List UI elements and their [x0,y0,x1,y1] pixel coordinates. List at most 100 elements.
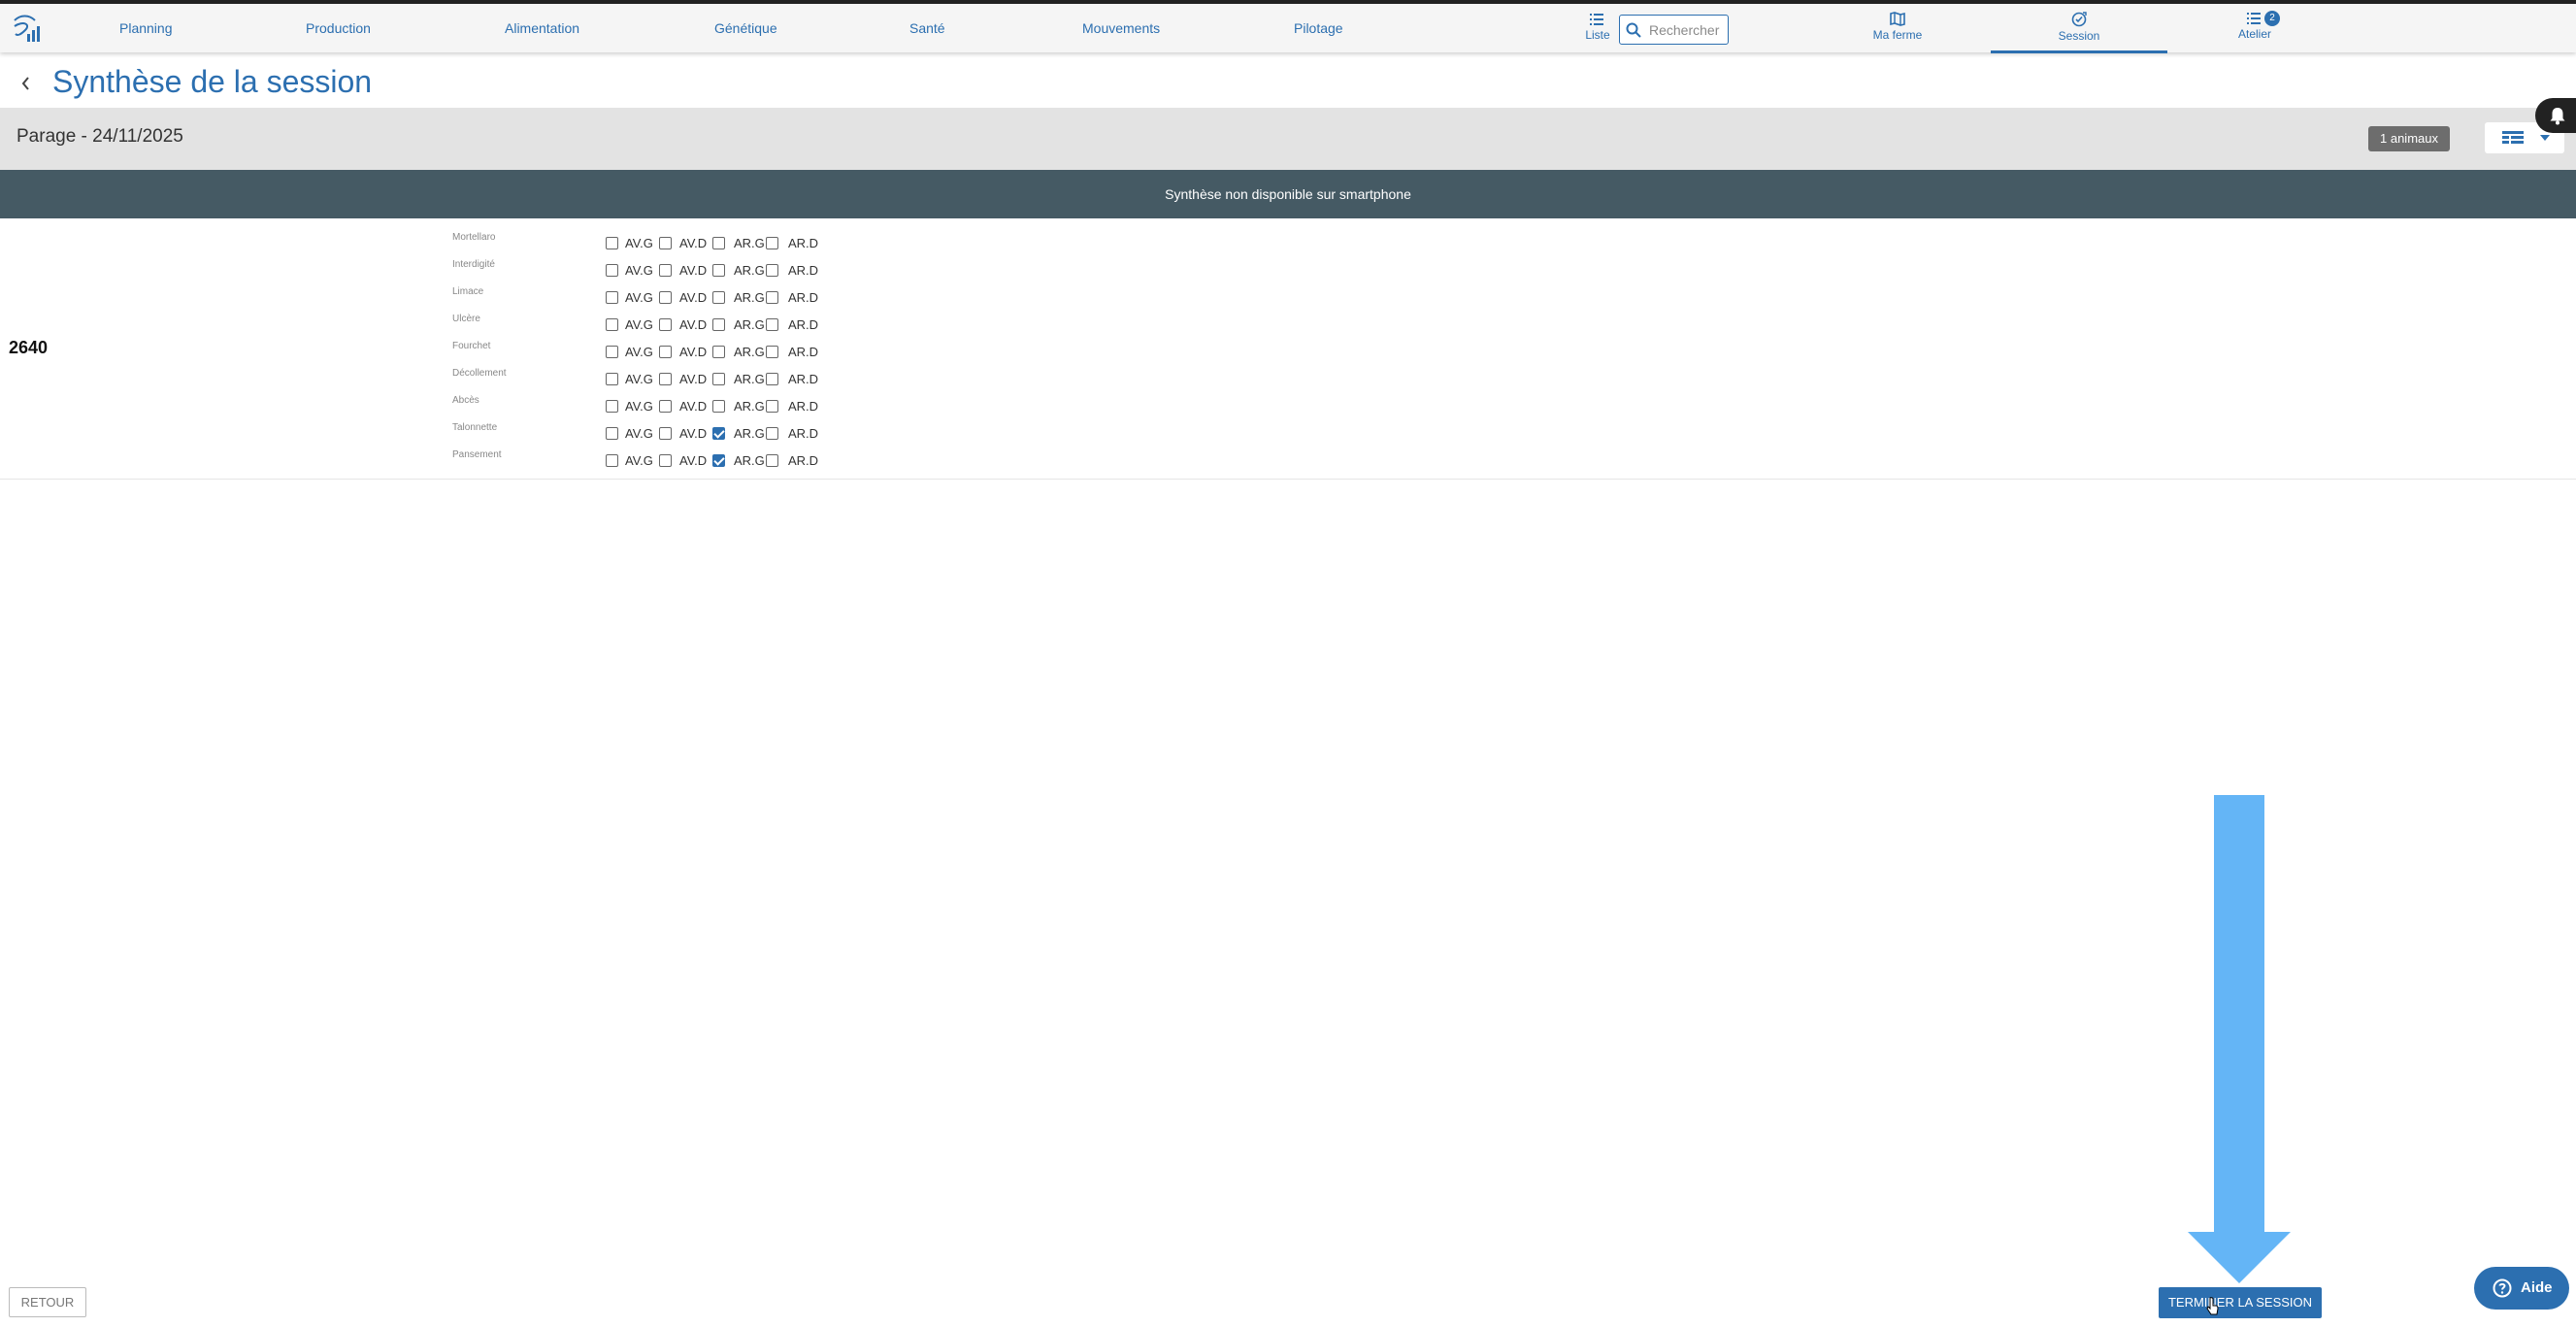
view-list-icon [2502,131,2524,144]
nav-sante[interactable]: Santé [909,20,945,36]
foot-checkbox-label: AV.G [625,345,653,359]
foot-checkbox-label: AR.G [734,453,765,468]
foot-checkbox[interactable] [659,346,672,358]
lesion-row: Interdigité AV.G AV.D AR.G AR.D [0,257,2576,284]
foot-checkbox[interactable] [766,454,778,467]
foot-checkbox[interactable] [766,346,778,358]
foot-checkbox[interactable] [659,291,672,304]
notification-bell-button[interactable] [2535,98,2576,133]
tab-session[interactable]: Session [1991,8,2167,53]
foot-checkbox-label: AR.G [734,399,765,414]
search-box[interactable] [1619,15,1729,45]
foot-checkbox[interactable] [712,237,725,249]
foot-checkbox-label: AR.D [788,453,819,468]
top-navigation-bar: Planning Production Alimentation Génétiq… [0,0,2576,53]
liste-button[interactable]: Liste [1578,13,1617,42]
foot-checkbox-label: AV.G [625,426,653,441]
nav-alimentation[interactable]: Alimentation [505,20,579,36]
foot-checkbox-label: AV.D [679,399,708,414]
foot-checkbox-label: AR.D [788,317,819,332]
foot-checkbox[interactable] [766,291,778,304]
foot-checkbox[interactable] [766,264,778,277]
foot-checkbox-label: AV.D [679,453,708,468]
nav-pilotage[interactable]: Pilotage [1294,20,1343,36]
retour-button[interactable]: RETOUR [9,1287,86,1317]
tab-atelier[interactable]: Atelier 2 [2206,8,2303,53]
terminer-session-button[interactable]: TERMINER LA SESSION [2159,1287,2322,1318]
foot-checkbox-label: AV.D [679,345,708,359]
foot-checkbox[interactable] [606,454,618,467]
nav-planning[interactable]: Planning [119,20,173,36]
atelier-count-badge: 2 [2264,11,2280,26]
foot-checkbox[interactable] [766,373,778,385]
foot-checkbox-label: AR.G [734,426,765,441]
lesion-row: Limace AV.G AV.D AR.G AR.D [0,284,2576,312]
back-chevron-icon[interactable] [19,73,39,96]
app-logo-icon[interactable] [12,13,41,46]
foot-checkbox-label: AR.D [788,263,819,278]
foot-checkbox[interactable] [659,237,672,249]
foot-checkbox[interactable] [659,427,672,440]
foot-checkbox[interactable] [712,318,725,331]
nav-production[interactable]: Production [306,20,371,36]
foot-checkbox[interactable] [659,400,672,413]
list-icon [2247,13,2261,24]
foot-checkbox-label: AR.G [734,236,765,250]
tab-ma-ferme[interactable]: Ma ferme [1839,8,1956,53]
foot-checkbox-label: AV.D [679,426,708,441]
foot-checkbox[interactable] [766,318,778,331]
lesion-row: Fourchet AV.G AV.D AR.G AR.D [0,339,2576,366]
foot-checkbox[interactable] [712,454,725,467]
foot-checkbox[interactable] [606,318,618,331]
annotation-arrow-shaft [2214,795,2264,1234]
tab-ma-ferme-label: Ma ferme [1872,28,1923,42]
session-check-icon [2071,12,2087,27]
foot-checkbox-label: AV.D [679,263,708,278]
foot-checkbox-label: AV.G [625,372,653,386]
lesion-row: Ulcère AV.G AV.D AR.G AR.D [0,312,2576,339]
chevron-down-icon [2540,135,2550,141]
lesion-label: Ulcère [452,314,480,324]
foot-checkbox-label: AR.D [788,399,819,414]
nav-mouvements[interactable]: Mouvements [1082,20,1160,36]
foot-checkbox[interactable] [712,427,725,440]
foot-checkbox[interactable] [606,373,618,385]
lesion-row: Décollement AV.G AV.D AR.G AR.D [0,366,2576,393]
foot-checkbox[interactable] [606,427,618,440]
lesion-label: Mortellaro [452,232,496,243]
foot-checkbox[interactable] [712,264,725,277]
lesion-row: Abcès AV.G AV.D AR.G AR.D [0,393,2576,420]
lesion-row: Talonnette AV.G AV.D AR.G AR.D [0,420,2576,448]
foot-checkbox[interactable] [606,291,618,304]
bell-icon [2550,108,2565,125]
list-icon [1590,14,1603,25]
foot-checkbox[interactable] [606,264,618,277]
search-input[interactable] [1649,20,1725,40]
foot-checkbox[interactable] [712,346,725,358]
foot-checkbox[interactable] [606,237,618,249]
foot-checkbox[interactable] [606,346,618,358]
lesion-label: Limace [452,286,484,297]
foot-checkbox-label: AV.D [679,372,708,386]
table-row: 2640 Mortellaro AV.G AV.D AR.G AR.D Interdigi… [0,218,2576,480]
foot-checkbox[interactable] [659,373,672,385]
nav-genetique[interactable]: Génétique [714,20,777,36]
foot-checkbox[interactable] [659,318,672,331]
foot-checkbox[interactable] [659,264,672,277]
app-root: Planning Production Alimentation Génétiq… [0,0,2576,1327]
foot-checkbox[interactable] [712,291,725,304]
foot-checkbox-label: AV.D [679,290,708,305]
foot-checkbox[interactable] [712,373,725,385]
foot-checkbox[interactable] [606,400,618,413]
foot-checkbox-label: AV.G [625,236,653,250]
foot-checkbox[interactable] [712,400,725,413]
map-icon [1890,12,1905,26]
foot-checkbox[interactable] [659,454,672,467]
lesion-label: Talonnette [452,422,498,433]
foot-checkbox[interactable] [766,400,778,413]
foot-checkbox-label: AV.G [625,453,653,468]
foot-checkbox[interactable] [766,237,778,249]
aide-help-button[interactable]: Aide [2474,1267,2569,1310]
foot-checkbox[interactable] [766,427,778,440]
foot-checkbox-label: AV.D [679,317,708,332]
